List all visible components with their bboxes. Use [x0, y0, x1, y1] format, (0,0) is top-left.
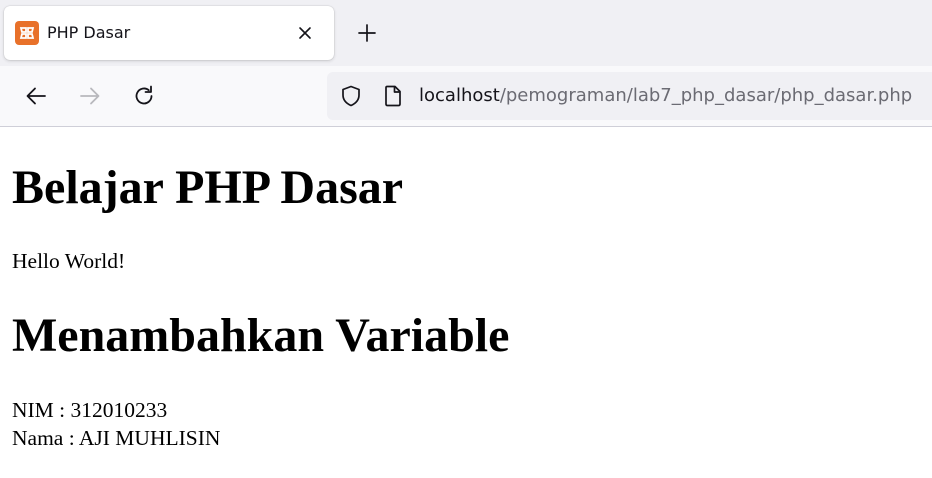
tab-strip: PHP Dasar	[0, 0, 932, 66]
url-host: localhost	[419, 85, 500, 106]
arrow-right-icon	[80, 87, 100, 105]
page-icon[interactable]	[381, 84, 405, 108]
nim-text: NIM : 312010233	[12, 398, 168, 422]
page-heading-belajar: Belajar PHP Dasar	[12, 161, 404, 214]
tab-title: PHP Dasar	[47, 23, 131, 42]
page-heading-variable: Menambahkan Variable	[12, 309, 510, 362]
plus-icon	[358, 24, 376, 42]
close-tab-button[interactable]	[294, 22, 316, 44]
url-path: /pemograman/lab7_php_dasar/php_dasar.php	[499, 85, 913, 106]
reload-button[interactable]	[129, 81, 159, 111]
arrow-left-icon	[26, 87, 46, 105]
nama-text: Nama : AJI MUHLISIN	[12, 426, 221, 450]
new-tab-button[interactable]	[352, 18, 382, 48]
navigation-toolbar: localhost/pemograman/lab7_php_dasar/php_…	[0, 66, 932, 127]
xampp-icon	[15, 21, 39, 45]
tab-php-dasar[interactable]: PHP Dasar	[4, 6, 334, 60]
reload-icon	[135, 85, 153, 105]
browser-window: PHP Dasar localhost/pemograman/lab7_php_…	[0, 0, 932, 478]
page-content: Belajar PHP Dasar Hello World! Menambahk…	[0, 127, 932, 478]
back-button[interactable]	[21, 81, 51, 111]
close-icon	[299, 27, 311, 39]
shield-icon[interactable]	[339, 84, 363, 108]
hello-text: Hello World!	[12, 249, 126, 273]
url-text[interactable]: localhost/pemograman/lab7_php_dasar/php_…	[419, 85, 912, 107]
forward-button[interactable]	[75, 81, 105, 111]
url-bar[interactable]: localhost/pemograman/lab7_php_dasar/php_…	[327, 72, 932, 120]
